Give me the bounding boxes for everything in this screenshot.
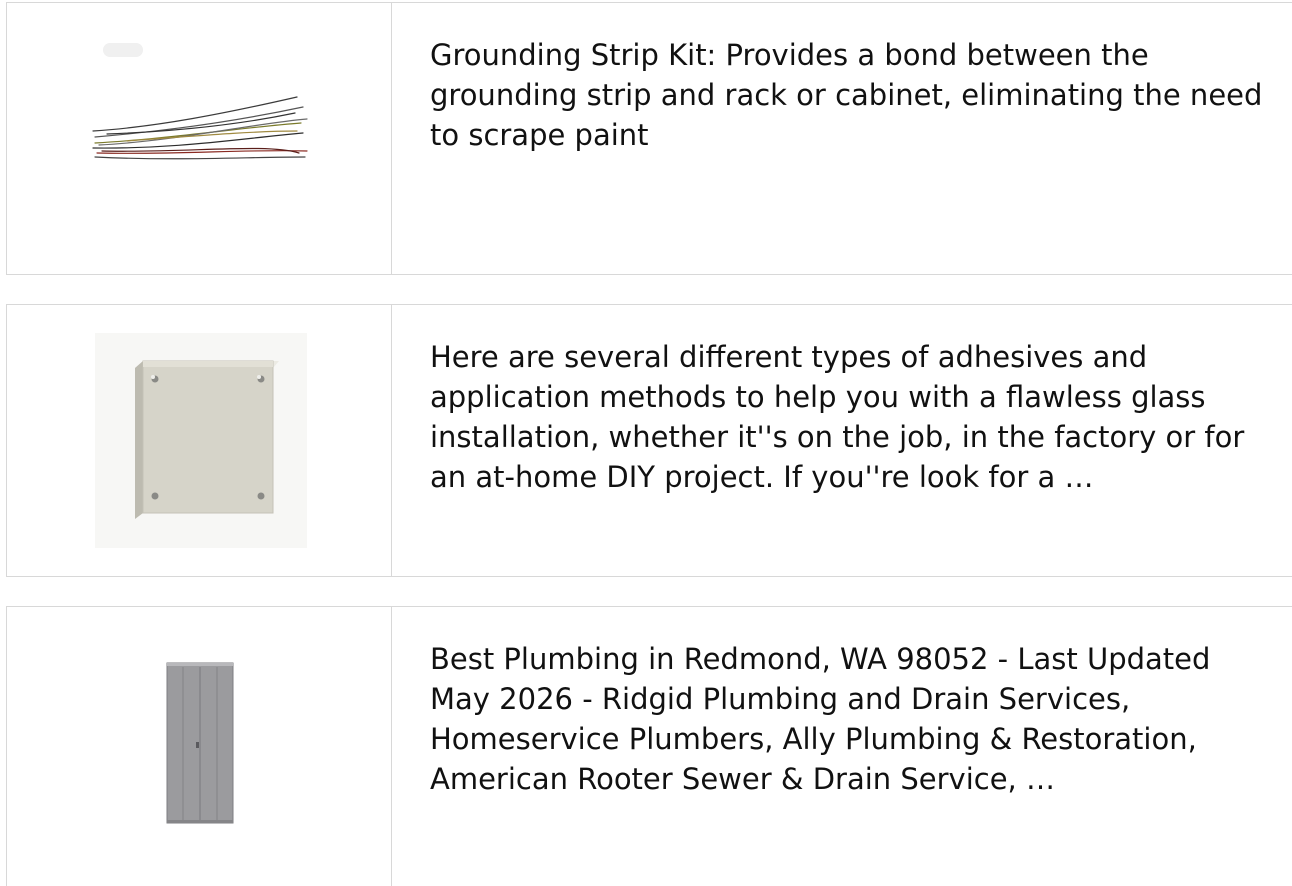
result-description: Best Plumbing in Redmond, WA 98052 - Las…: [430, 642, 1211, 796]
result-thumbnail[interactable]: [7, 607, 392, 886]
result-card[interactable]: Here are several different types of adhe…: [6, 304, 1292, 577]
metal-locker-image: [166, 662, 234, 824]
steel-enclosure-image: [95, 333, 307, 548]
result-thumbnail[interactable]: [7, 305, 392, 576]
result-card[interactable]: Best Plumbing in Redmond, WA 98052 - Las…: [6, 606, 1292, 886]
result-card[interactable]: Grounding Strip Kit: Provides a bond bet…: [6, 2, 1292, 275]
result-description: Grounding Strip Kit: Provides a bond bet…: [430, 38, 1263, 152]
grounding-wires-image: [92, 43, 308, 160]
result-description: Here are several different types of adhe…: [430, 340, 1245, 494]
result-thumbnail[interactable]: [7, 3, 392, 274]
